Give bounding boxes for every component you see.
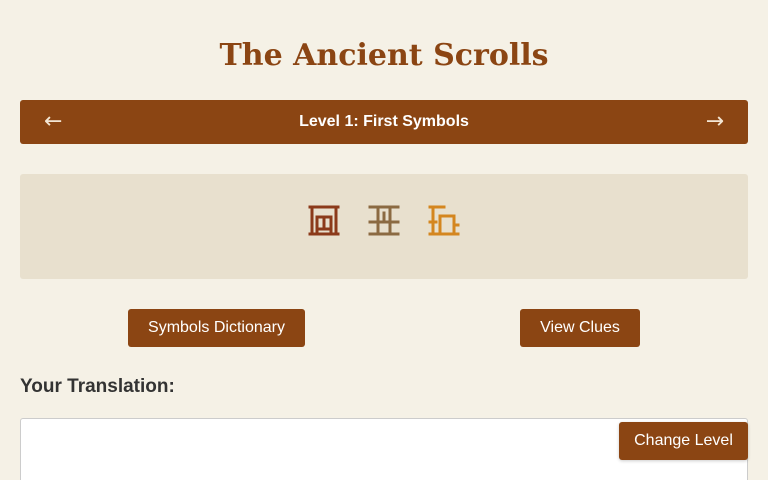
game-page: The Ancient Scrolls ← Level 1: First Sym…: [0, 0, 768, 480]
glyph-3-icon[interactable]: [428, 204, 460, 236]
previous-level-arrow-icon[interactable]: ←: [44, 100, 62, 144]
view-clues-button[interactable]: View Clues: [520, 309, 640, 347]
glyph-1-icon[interactable]: [308, 204, 340, 236]
symbol-display-panel: [20, 174, 748, 279]
page-title: The Ancient Scrolls: [219, 38, 549, 73]
level-navigation-bar: ← Level 1: First Symbols →: [20, 100, 748, 144]
change-level-button[interactable]: Change Level: [619, 422, 748, 460]
next-level-arrow-icon[interactable]: →: [706, 100, 724, 144]
level-title: Level 1: First Symbols: [299, 113, 469, 130]
translation-label: Your Translation:: [20, 376, 175, 397]
symbols-dictionary-button[interactable]: Symbols Dictionary: [128, 309, 305, 347]
glyph-2-icon[interactable]: [368, 204, 400, 236]
